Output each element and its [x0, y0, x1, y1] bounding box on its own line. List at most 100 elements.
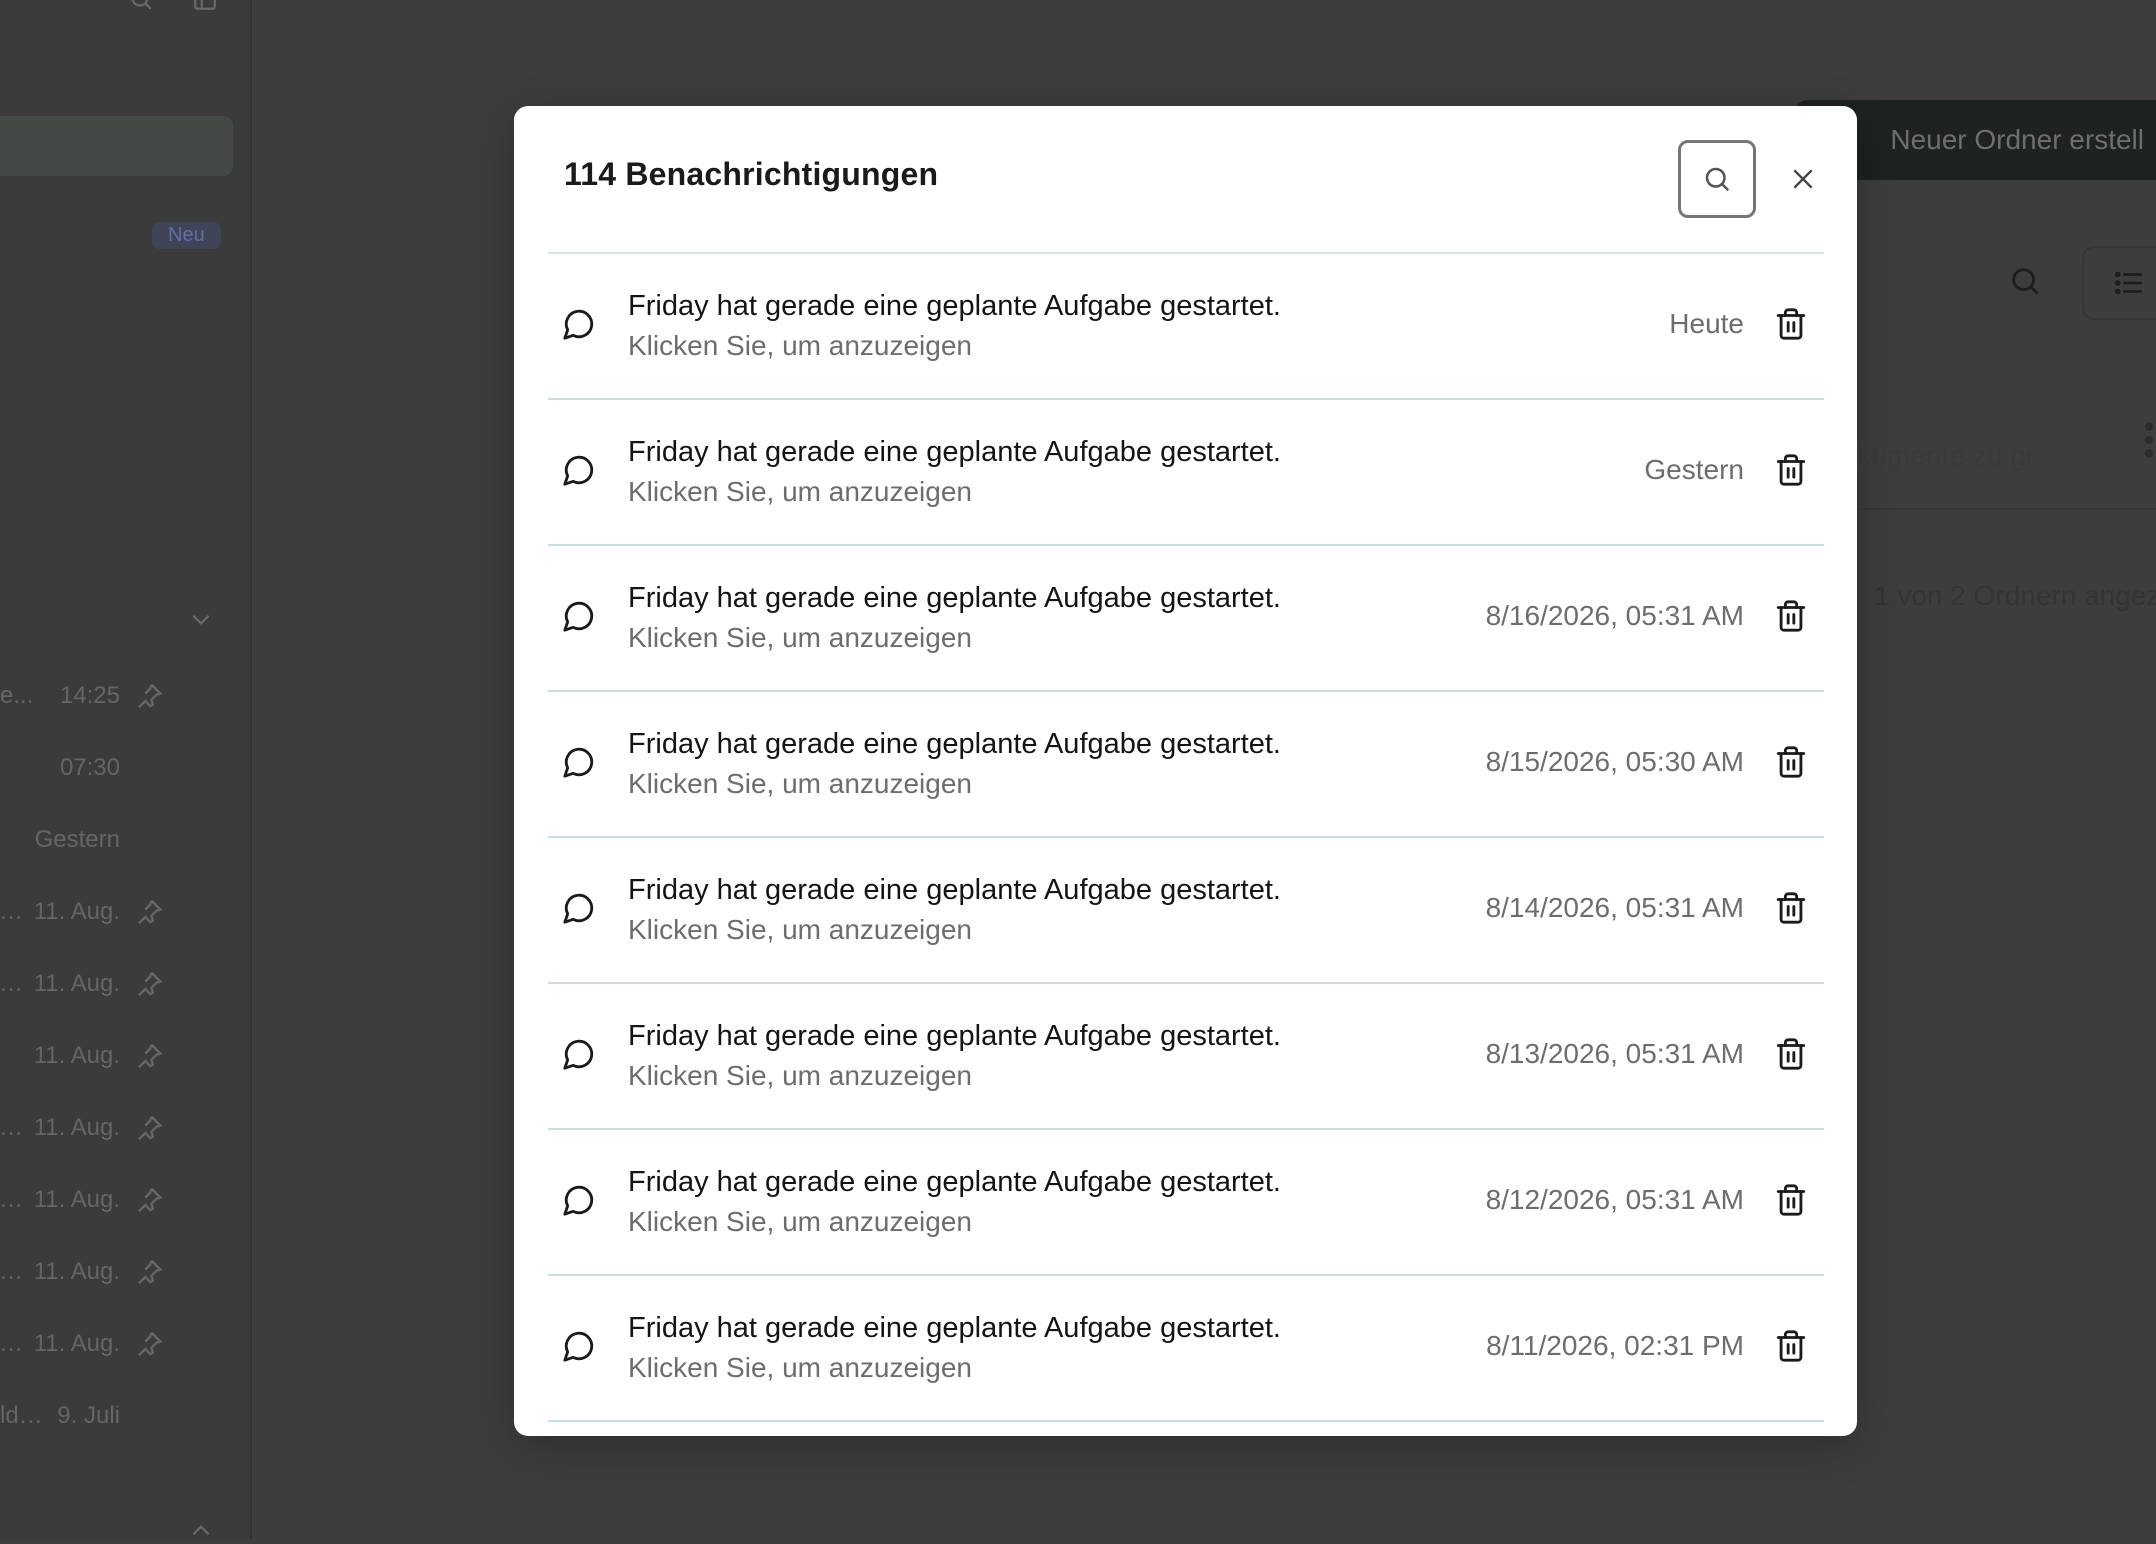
conversation-item[interactable]: ... 11. Aug.: [0, 1308, 170, 1380]
notification-subtitle: Klicken Sie, um anzuzeigen: [628, 768, 972, 799]
trash-icon[interactable]: [1774, 891, 1808, 925]
conversation-time: 11. Aug.: [33, 898, 120, 925]
notification-subtitle: Klicken Sie, um anzuzeigen: [628, 1352, 972, 1383]
layout-icon[interactable]: [192, 0, 218, 12]
message-circle-icon: [563, 309, 594, 340]
notification-date: 8/11/2026, 02:31 PM: [1486, 1330, 1744, 1361]
notification-title: Friday hat gerade eine geplante Aufgabe …: [628, 1166, 1281, 1198]
notification-date: 8/16/2026, 05:31 AM: [1485, 600, 1744, 631]
divider: [1850, 508, 2156, 510]
notification-date: 8/14/2026, 05:31 AM: [1485, 892, 1744, 923]
pin-icon[interactable]: [134, 1329, 164, 1359]
conversation-item[interactable]: 07:30: [0, 732, 170, 804]
notification-subtitle: Klicken Sie, um anzuzeigen: [628, 476, 972, 507]
conversation-title: ...: [0, 1330, 20, 1357]
conversation-item[interactable]: 11. Aug.: [0, 1020, 170, 1092]
search-icon[interactable]: [2008, 264, 2042, 298]
conversation-item[interactable]: ... 11. Aug.: [0, 948, 170, 1020]
conversation-title: e...: [0, 682, 34, 709]
conversation-time: 14:25: [59, 682, 120, 709]
sidebar: Neu e... 14:25 07:30 Gestern... 11. Aug.... 1…: [0, 0, 252, 1538]
chevron-up-icon[interactable]: [188, 1518, 214, 1544]
notification-date: 8/12/2026, 05:31 AM: [1485, 1184, 1744, 1215]
notification-title: Friday hat gerade eine geplante Aufgabe …: [628, 1312, 1281, 1344]
trash-icon[interactable]: [1774, 453, 1808, 487]
search-button[interactable]: [1678, 140, 1756, 218]
modal-title: 114 Benachrichtigungen: [564, 156, 939, 192]
pin-icon[interactable]: [134, 681, 164, 711]
notification-date: 8/13/2026, 05:31 AM: [1485, 1038, 1744, 1069]
conversation-title: ...: [0, 1114, 20, 1141]
conversation-item[interactable]: ld: E-... 9. Juli: [0, 1380, 170, 1452]
conversation-item[interactable]: ... 11. Aug.: [0, 1164, 170, 1236]
conversation-time: 11. Aug.: [33, 1114, 120, 1141]
conversation-item[interactable]: ... 11. Aug.: [0, 876, 170, 948]
chevron-down-icon[interactable]: [188, 606, 214, 632]
notification-subtitle: Klicken Sie, um anzuzeigen: [628, 622, 972, 653]
conversation-item[interactable]: ... 11. Aug.: [0, 1092, 170, 1164]
conversation-item[interactable]: ... 11. Aug.: [0, 1236, 170, 1308]
notification-item[interactable]: Friday hat gerade eine geplante Aufgabe …: [548, 1130, 1824, 1276]
message-circle-icon: [563, 1039, 594, 1070]
notification-item[interactable]: Friday hat gerade eine geplante Aufgabe …: [548, 984, 1824, 1130]
pin-icon[interactable]: [134, 1257, 164, 1287]
conversation-title: ld: E-...: [0, 1402, 43, 1429]
message-circle-icon: [563, 1331, 594, 1362]
modal-header: 114 Benachrichtigungen: [514, 106, 1857, 252]
notification-date: Gestern: [1644, 454, 1744, 485]
new-badge: Neu: [152, 222, 221, 249]
notification-list: Friday hat gerade eine geplante Aufgabe …: [548, 252, 1824, 1422]
notification-subtitle: Klicken Sie, um anzuzeigen: [628, 1060, 972, 1091]
notification-title: Friday hat gerade eine geplante Aufgabe …: [628, 436, 1281, 468]
trash-icon[interactable]: [1774, 599, 1808, 633]
notification-title: Friday hat gerade eine geplante Aufgabe …: [628, 582, 1281, 614]
trash-icon[interactable]: [1774, 1329, 1808, 1363]
pin-icon[interactable]: [134, 1113, 164, 1143]
conversation-list: e... 14:25 07:30 Gestern... 11. Aug.... 11. A…: [0, 660, 170, 1452]
folder-count: 1 von 2 Ordnern angez: [1874, 580, 2156, 611]
trash-icon[interactable]: [1774, 745, 1808, 779]
conversation-item[interactable]: e... 14:25: [0, 660, 170, 732]
conversation-title: ...: [0, 1186, 20, 1213]
pin-icon[interactable]: [134, 969, 164, 999]
trash-icon[interactable]: [1774, 1183, 1808, 1217]
notification-title: Friday hat gerade eine geplante Aufgabe …: [628, 290, 1281, 322]
search-icon: [1705, 167, 1730, 192]
notification-item[interactable]: Friday hat gerade eine geplante Aufgabe …: [548, 546, 1824, 692]
notification-date: Heute: [1669, 308, 1744, 339]
close-button[interactable]: [1778, 154, 1828, 204]
conversation-title: ...: [0, 970, 20, 997]
trash-icon[interactable]: [1774, 1037, 1808, 1071]
conversation-time: 9. Juli: [57, 1402, 120, 1429]
search-icon[interactable]: [128, 0, 154, 12]
documents-hint: okumente zu gr...: [1842, 440, 2057, 471]
trash-icon[interactable]: [1774, 307, 1808, 341]
more-icon[interactable]: [2142, 420, 2156, 460]
notification-item[interactable]: Friday hat gerade eine geplante Aufgabe …: [548, 400, 1824, 546]
pin-icon[interactable]: [134, 1185, 164, 1215]
list-view-button[interactable]: [2082, 246, 2156, 320]
conversation-time: 11. Aug.: [33, 970, 120, 997]
message-circle-icon: [563, 1185, 594, 1216]
conversation-time: 07:30: [59, 754, 120, 781]
notification-item[interactable]: Friday hat gerade eine geplante Aufgabe …: [548, 838, 1824, 984]
close-icon: [1793, 169, 1813, 189]
notification-title: Friday hat gerade eine geplante Aufgabe …: [628, 1020, 1281, 1052]
notification-subtitle: Klicken Sie, um anzuzeigen: [628, 1206, 972, 1237]
conversation-time: 11. Aug.: [33, 1042, 120, 1069]
notification-title: Friday hat gerade eine geplante Aufgabe …: [628, 728, 1281, 760]
notifications-modal: 114 Benachrichtigungen Friday hat gerade…: [514, 106, 1857, 1436]
message-circle-icon: [563, 893, 594, 924]
sidebar-active-item[interactable]: [0, 116, 233, 176]
notification-subtitle: Klicken Sie, um anzuzeigen: [628, 914, 972, 945]
pin-icon[interactable]: [134, 897, 164, 927]
notification-item[interactable]: Friday hat gerade eine geplante Aufgabe …: [548, 692, 1824, 838]
conversation-item[interactable]: Gestern: [0, 804, 170, 876]
notification-title: Friday hat gerade eine geplante Aufgabe …: [628, 874, 1281, 906]
notification-item[interactable]: Friday hat gerade eine geplante Aufgabe …: [548, 254, 1824, 400]
conversation-time: 11. Aug.: [33, 1330, 120, 1357]
pin-icon[interactable]: [134, 1041, 164, 1071]
notification-item[interactable]: Friday hat gerade eine geplante Aufgabe …: [548, 1276, 1824, 1422]
message-circle-icon: [563, 601, 594, 632]
notification-date: 8/15/2026, 05:30 AM: [1485, 746, 1744, 777]
